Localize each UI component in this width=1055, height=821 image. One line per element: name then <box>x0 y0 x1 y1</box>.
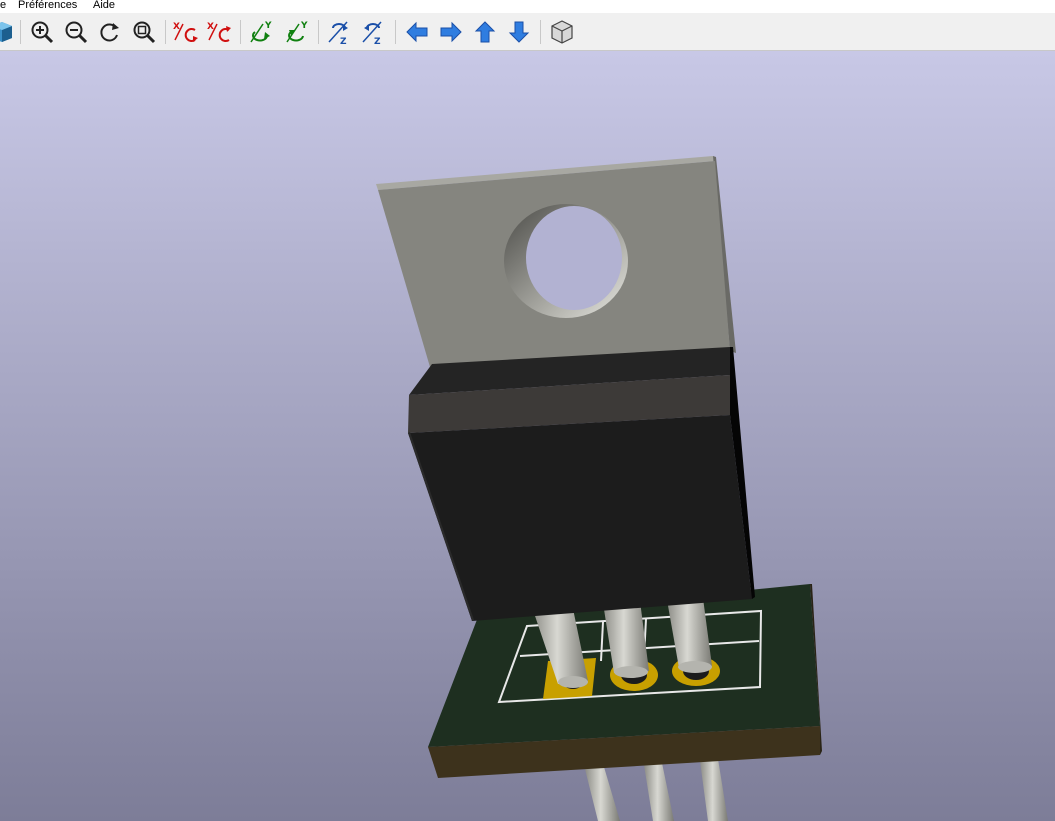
toolbar-separator <box>165 20 166 44</box>
redraw-icon <box>100 23 119 42</box>
orthographic-toggle-icon <box>551 20 573 44</box>
rotate-y-clockwise-icon: Y <box>250 21 272 43</box>
move-right-icon <box>440 21 462 43</box>
svg-text:Z: Z <box>374 37 381 46</box>
zoom-out-button[interactable] <box>62 18 90 46</box>
toolbar-separator <box>318 20 319 44</box>
rotate-y-counterclockwise-icon: Y <box>286 21 308 43</box>
zoom-in-button[interactable] <box>28 18 56 46</box>
rotate-x-counterclockwise-button[interactable]: X <box>205 18 233 46</box>
zoom-out-icon <box>65 21 88 44</box>
redraw-button[interactable] <box>96 18 124 46</box>
move-up-button[interactable] <box>471 18 499 46</box>
metal-tab <box>376 156 736 367</box>
toolbar-separator <box>240 20 241 44</box>
move-left-icon <box>406 21 428 43</box>
component-body <box>408 347 755 621</box>
rotate-y-clockwise-button[interactable]: Y <box>247 18 275 46</box>
toolbar: X X Y Y Z Z <box>0 13 1055 51</box>
toolbar-separator <box>540 20 541 44</box>
3d-viewport[interactable] <box>0 51 1055 821</box>
orthographic-toggle-button[interactable] <box>548 18 576 46</box>
3d-view-button[interactable] <box>0 18 16 46</box>
move-down-icon <box>508 21 530 43</box>
move-down-button[interactable] <box>505 18 533 46</box>
toolbar-separator <box>20 20 21 44</box>
svg-text:Y: Y <box>300 21 308 31</box>
rotate-z-clockwise-icon: Z <box>328 21 348 46</box>
svg-text:Y: Y <box>264 21 272 31</box>
rotate-x-clockwise-button[interactable]: X <box>171 18 199 46</box>
svg-text:Z: Z <box>340 37 347 46</box>
menu-item-help[interactable]: Aide <box>93 0 115 11</box>
rotate-z-clockwise-button[interactable]: Z <box>325 18 353 46</box>
menu-item-partial[interactable]: e <box>0 0 6 11</box>
3d-scene <box>0 51 1055 821</box>
zoom-fit-icon <box>133 21 156 44</box>
zoom-in-icon <box>31 21 54 44</box>
rotate-z-counterclockwise-icon: Z <box>362 21 382 46</box>
move-left-button[interactable] <box>403 18 431 46</box>
menu-bar: e Préférences Aide <box>0 0 1055 13</box>
3d-view-icon <box>0 22 12 42</box>
rotate-y-counterclockwise-button[interactable]: Y <box>283 18 311 46</box>
rotate-x-counterclockwise-icon: X <box>207 22 231 42</box>
rotate-x-clockwise-icon: X <box>173 22 198 42</box>
toolbar-separator <box>395 20 396 44</box>
move-up-icon <box>474 21 496 43</box>
rotate-z-counterclockwise-button[interactable]: Z <box>359 18 387 46</box>
move-right-button[interactable] <box>437 18 465 46</box>
zoom-fit-button[interactable] <box>130 18 158 46</box>
menu-item-preferences[interactable]: Préférences <box>18 0 77 11</box>
